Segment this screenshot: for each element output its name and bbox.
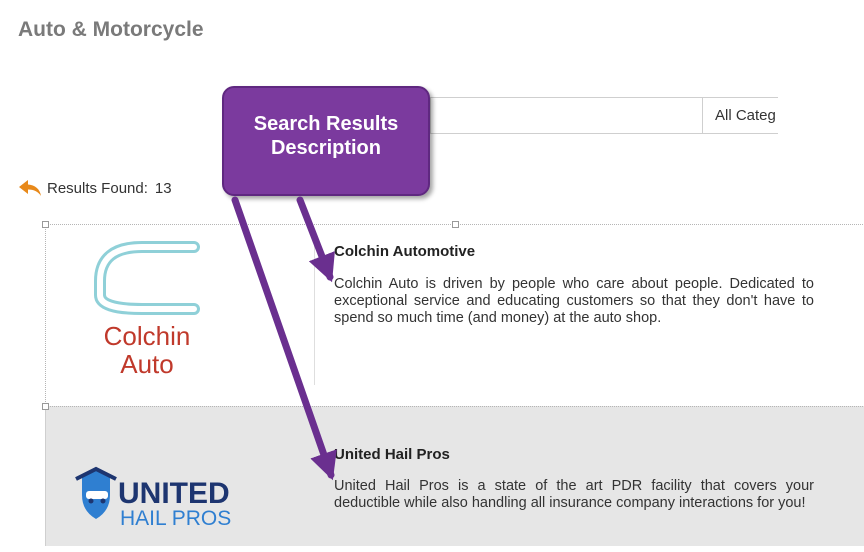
listing-description: United Hail Pros is a state of the art P… <box>334 478 814 511</box>
listing-card[interactable]: UNITED HAIL PROS United Hail Pros United… <box>45 406 864 546</box>
listing-description: Colchin Auto is driven by people who car… <box>334 276 814 326</box>
results-summary: Results Found: 13 <box>18 178 172 198</box>
page-title: Auto & Motorcycle <box>18 18 204 41</box>
colchin-c-logo-icon <box>94 241 200 315</box>
colchin-logo-text-2: Auto <box>120 349 174 379</box>
reply-arrow-icon[interactable] <box>18 178 42 198</box>
resize-handle[interactable] <box>42 403 49 410</box>
results-count: 13 <box>154 179 172 197</box>
search-input[interactable] <box>430 97 702 134</box>
resize-handle[interactable] <box>452 221 459 228</box>
callout-line-1: Search Results <box>253 113 399 135</box>
united-logo-text-1: UNITED <box>118 477 230 510</box>
united-logo-text-2: HAIL PROS <box>120 507 231 530</box>
colchin-logo-text-1: Colchin <box>104 321 191 351</box>
callout-line-2: Description <box>270 137 381 159</box>
shield-car-icon <box>75 466 117 519</box>
category-select[interactable]: All Categ <box>702 97 778 134</box>
listing-card[interactable]: Colchin Auto Colchin Automotive Colchin … <box>45 224 864 402</box>
card-divider <box>314 235 315 385</box>
search-results-callout: Search Results Description <box>222 86 430 196</box>
listing-name[interactable]: United Hail Pros <box>334 446 450 463</box>
listing-logo-united[interactable]: UNITED HAIL PROS <box>46 407 314 546</box>
results-label: Results Found: <box>47 179 148 197</box>
listing-logo-colchin[interactable]: Colchin Auto <box>46 225 314 402</box>
listing-name[interactable]: Colchin Automotive <box>334 243 475 260</box>
resize-handle[interactable] <box>42 221 49 228</box>
